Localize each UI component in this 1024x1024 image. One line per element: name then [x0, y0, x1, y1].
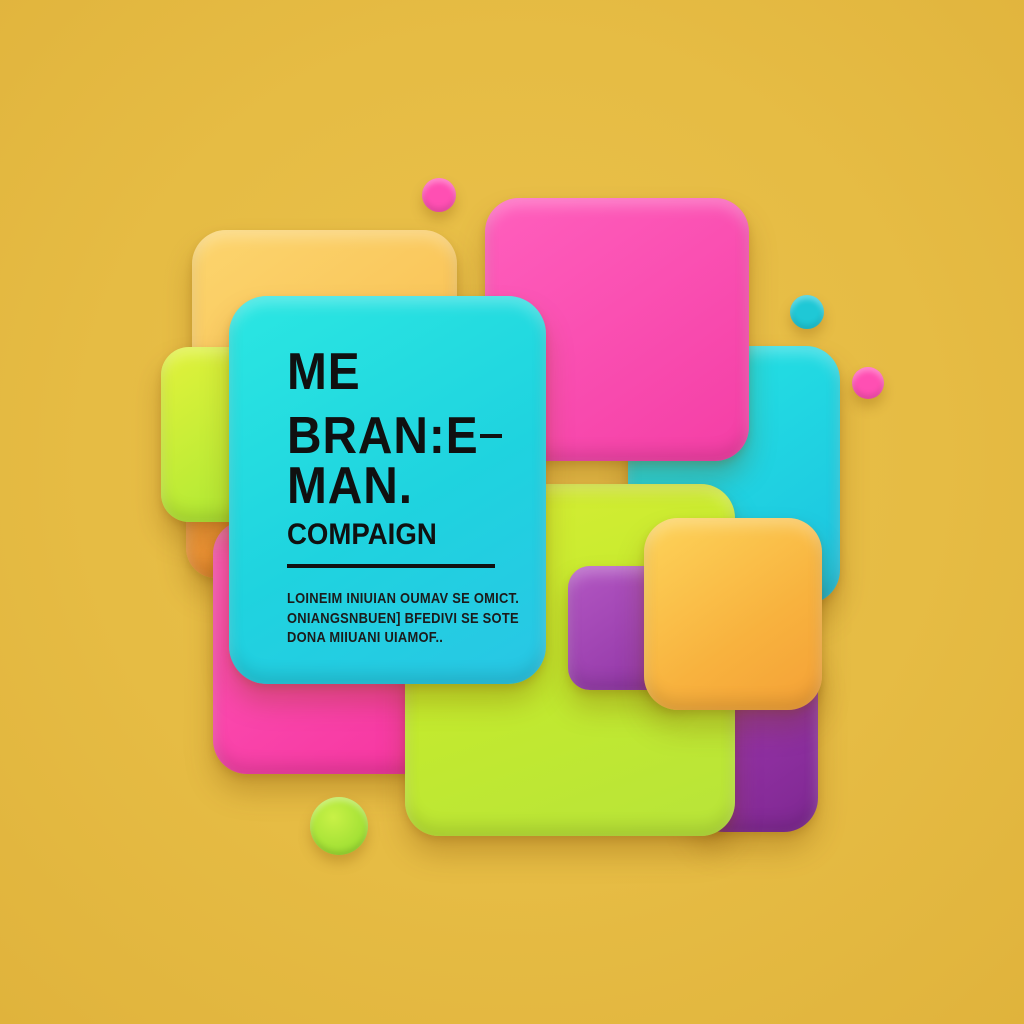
subheading: COMPAIGN — [287, 518, 437, 551]
artwork-canvas: ME BRAN:E MAN. COMPAIGN LOINEIM INIUIAN … — [0, 0, 1024, 1024]
divider-rule — [287, 564, 495, 568]
headline-line-1: ME — [287, 343, 361, 401]
body-text-line-2: ONIANGSNBUEN] BFEDIVI SE SOTE — [287, 610, 519, 627]
headline-line-2: BRAN:E — [287, 407, 479, 465]
headline-dash — [480, 434, 502, 438]
magenta-dot-top — [422, 178, 456, 212]
magenta-dot-right — [852, 367, 884, 399]
cyan-dot-right — [790, 295, 824, 329]
lime-dot-bottom — [310, 797, 368, 855]
body-text-line-3: DONA MIIUANI UIAMOF.. — [287, 629, 444, 646]
headline-line-3: MAN. — [287, 457, 413, 515]
orange-square-front — [644, 518, 822, 710]
body-text-line-1: LOINEIM INIUIAN OUMAV SE OMICT. — [287, 590, 520, 607]
